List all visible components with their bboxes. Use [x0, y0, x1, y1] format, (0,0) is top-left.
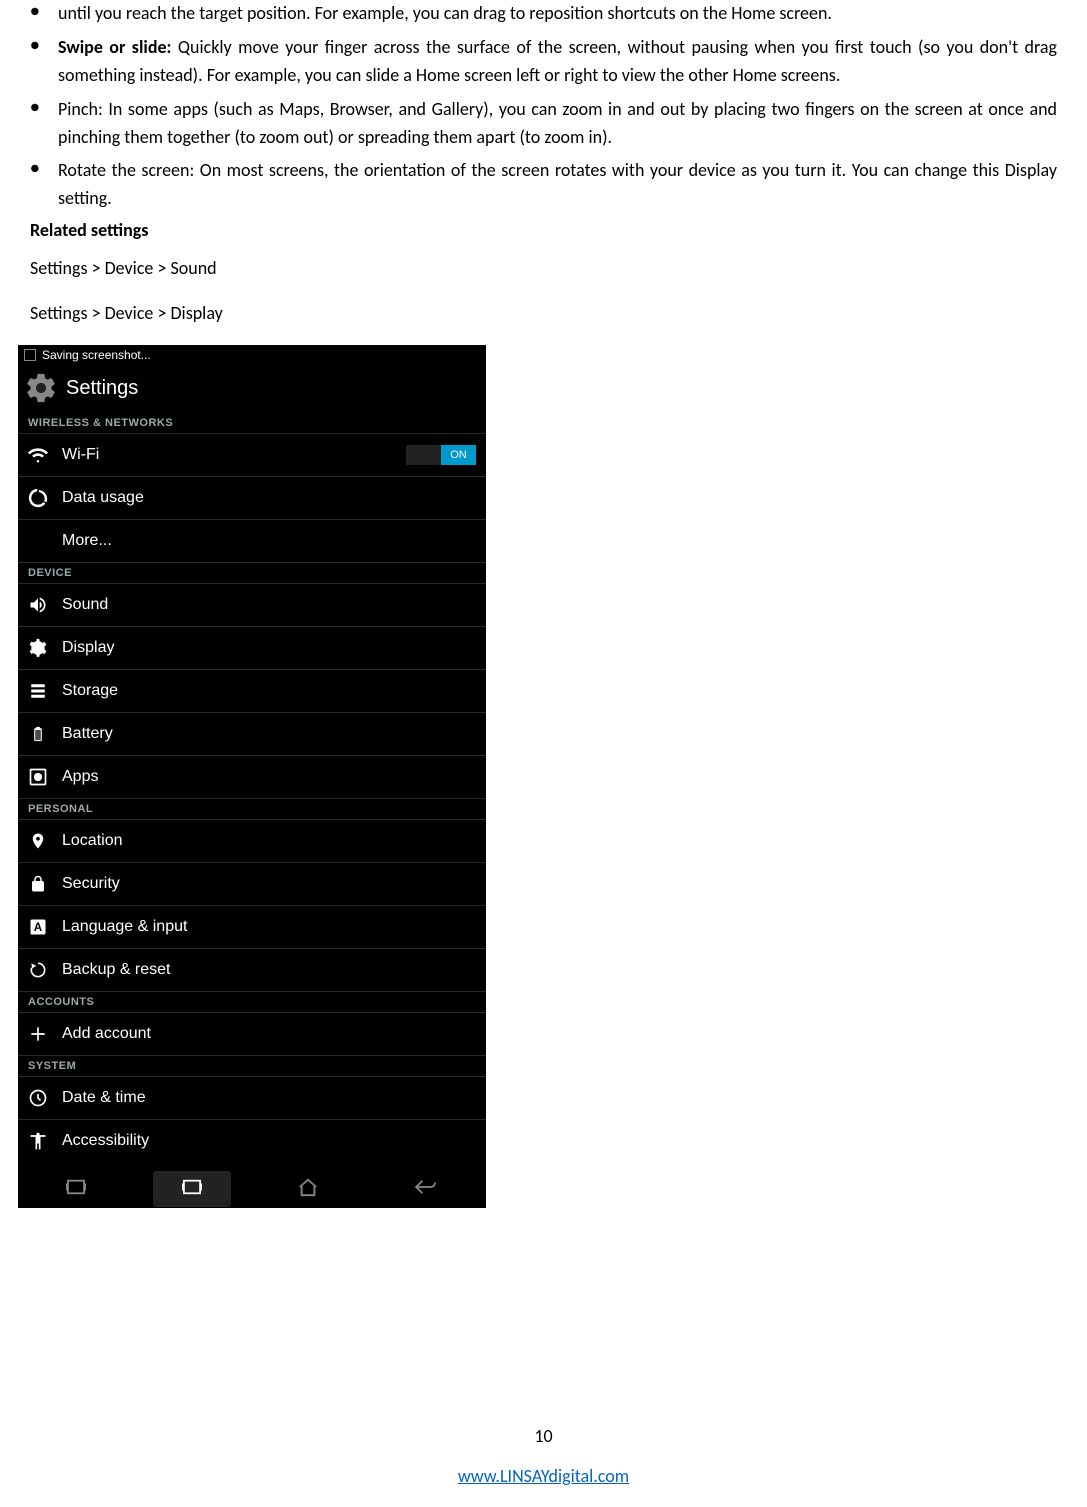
footer-link[interactable]: www.LINSAYdigital.com	[458, 1465, 629, 1487]
apps-icon	[28, 767, 48, 787]
row-label: Storage	[62, 682, 118, 700]
recent-active-icon	[181, 1178, 203, 1196]
section-personal: PERSONAL	[18, 799, 486, 820]
settings-header: Settings	[18, 365, 486, 413]
row-storage[interactable]: Storage	[18, 670, 486, 713]
row-label: More...	[62, 532, 112, 550]
row-label: Wi-Fi	[62, 446, 99, 464]
section-device: DEVICE	[18, 563, 486, 584]
status-icon	[24, 349, 36, 361]
nav-back[interactable]	[385, 1171, 467, 1207]
wifi-icon	[28, 445, 48, 465]
bullet-text: Rotate the screen: On most screens, the …	[58, 159, 1057, 209]
row-label: Language & input	[62, 918, 187, 936]
row-display[interactable]: Display	[18, 627, 486, 670]
related-settings-heading: Related settings	[30, 219, 1057, 241]
row-label: Display	[62, 639, 114, 657]
section-wireless: WIRELESS & NETWORKS	[18, 413, 486, 434]
android-settings-screenshot: Saving screenshot... Settings WIRELESS &…	[18, 345, 486, 1208]
svg-text:A: A	[34, 921, 43, 934]
recent-icon	[65, 1178, 87, 1196]
page-footer: 10 www.LINSAYdigital.com	[0, 1425, 1087, 1487]
bullet-text: until you reach the target position. For…	[58, 2, 832, 24]
row-more[interactable]: More...	[18, 520, 486, 563]
row-label: Data usage	[62, 489, 144, 507]
bullet-item-continued: ● until you reach the target position. F…	[30, 0, 1057, 28]
clock-icon	[28, 1088, 48, 1108]
storage-icon	[28, 681, 48, 701]
settings-title: Settings	[66, 377, 138, 400]
bullet-item-pinch: Pinch: In some apps (such as Maps, Brows…	[30, 96, 1057, 152]
nav-home[interactable]	[269, 1170, 347, 1208]
page-number: 10	[0, 1425, 1087, 1447]
accessibility-icon	[28, 1131, 48, 1151]
related-display: Settings > Device > Display	[30, 300, 1057, 327]
row-label: Security	[62, 875, 120, 893]
display-icon	[28, 638, 48, 658]
related-sound: Settings > Device > Sound	[30, 255, 1057, 282]
row-sound[interactable]: Sound	[18, 584, 486, 627]
row-accessibility[interactable]: Accessibility	[18, 1120, 486, 1162]
back-icon	[413, 1178, 439, 1196]
row-label: Battery	[62, 725, 113, 743]
row-label: Apps	[62, 768, 98, 786]
nav-recent-outer[interactable]	[37, 1171, 115, 1207]
wifi-toggle[interactable]: ON	[406, 445, 476, 465]
sound-icon	[28, 595, 48, 615]
row-label: Location	[62, 832, 123, 850]
home-icon	[297, 1177, 319, 1197]
bullet-list: ● until you reach the target position. F…	[30, 0, 1057, 213]
row-security[interactable]: Security	[18, 863, 486, 906]
row-battery[interactable]: Battery	[18, 713, 486, 756]
row-wifi[interactable]: Wi-Fi ON	[18, 434, 486, 477]
section-accounts: ACCOUNTS	[18, 992, 486, 1013]
bullet-item-rotate: Rotate the screen: On most screens, the …	[30, 157, 1057, 213]
plus-icon	[28, 1024, 48, 1044]
row-date-time[interactable]: Date & time	[18, 1077, 486, 1120]
location-icon	[28, 831, 48, 851]
row-label: Add account	[62, 1025, 151, 1043]
nav-bar	[18, 1162, 486, 1208]
backup-icon	[28, 960, 48, 980]
language-icon: A	[28, 917, 48, 937]
bullet-item-swipe: Swipe or slide: Quickly move your finger…	[30, 34, 1057, 90]
row-location[interactable]: Location	[18, 820, 486, 863]
row-language[interactable]: A Language & input	[18, 906, 486, 949]
row-label: Accessibility	[62, 1132, 149, 1150]
row-data-usage[interactable]: Data usage	[18, 477, 486, 520]
nav-recent[interactable]	[153, 1171, 231, 1207]
bullet-text: Pinch: In some apps (such as Maps, Brows…	[58, 98, 1057, 148]
row-apps[interactable]: Apps	[18, 756, 486, 799]
battery-icon	[28, 724, 48, 744]
section-system: SYSTEM	[18, 1056, 486, 1077]
data-usage-icon	[28, 488, 48, 508]
row-backup[interactable]: Backup & reset	[18, 949, 486, 992]
bullet-text: Quickly move your finger across the surf…	[58, 36, 1057, 86]
status-text: Saving screenshot...	[42, 348, 151, 362]
row-label: Sound	[62, 596, 108, 614]
status-bar: Saving screenshot...	[18, 345, 486, 365]
gear-icon	[24, 371, 58, 405]
lock-icon	[28, 874, 48, 894]
blank-icon	[28, 531, 48, 551]
row-label: Backup & reset	[62, 961, 171, 979]
toggle-on-label: ON	[441, 445, 476, 465]
row-label: Date & time	[62, 1089, 146, 1107]
row-add-account[interactable]: Add account	[18, 1013, 486, 1056]
bullet-strong: Swipe or slide:	[58, 36, 172, 58]
